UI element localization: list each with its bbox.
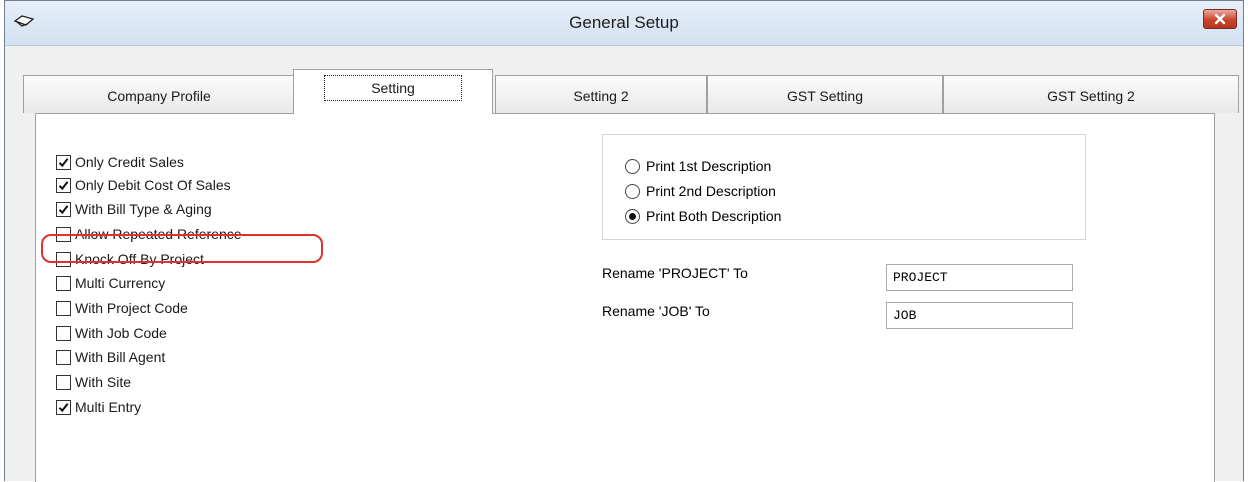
checkbox-box[interactable] bbox=[56, 399, 71, 415]
checkbox-box[interactable] bbox=[56, 275, 71, 291]
checkbox-option[interactable]: Multi Entry bbox=[56, 396, 141, 418]
radio-selected-dot bbox=[629, 212, 636, 220]
rename-job-input[interactable]: JOB bbox=[886, 302, 1073, 329]
checkbox-box[interactable] bbox=[56, 300, 71, 316]
radio-label: Print 2nd Description bbox=[646, 183, 776, 199]
checkbox-label: Only Debit Cost Of Sales bbox=[75, 177, 231, 193]
checkbox-label: With Bill Agent bbox=[75, 349, 166, 365]
general-setup-window: General Setup Company Profile Setting Se… bbox=[4, 0, 1244, 482]
close-icon bbox=[1214, 13, 1226, 25]
check-icon bbox=[58, 180, 69, 190]
rename-project-label: Rename 'PROJECT' To bbox=[602, 265, 748, 281]
checkbox-option[interactable]: Multi Currency bbox=[56, 272, 165, 294]
checkbox-box[interactable] bbox=[56, 177, 71, 193]
radio-label: Print 1st Description bbox=[646, 158, 772, 174]
rename-job-label: Rename 'JOB' To bbox=[602, 303, 710, 319]
radio-label: Print Both Description bbox=[646, 208, 782, 224]
checkbox-option[interactable]: With Bill Type & Aging bbox=[56, 198, 212, 220]
checkbox-box[interactable] bbox=[56, 154, 71, 170]
tab-label: GST Setting bbox=[786, 88, 863, 104]
tab-gst-setting[interactable]: GST Setting bbox=[707, 75, 943, 113]
checkbox-label: Multi Currency bbox=[75, 275, 166, 291]
tab-setting[interactable]: Setting bbox=[293, 69, 493, 114]
check-icon bbox=[58, 204, 69, 214]
checkbox-option[interactable]: Only Debit Cost Of Sales bbox=[56, 174, 231, 196]
rename-project-input[interactable]: PROJECT bbox=[886, 264, 1073, 291]
checkbox-label: With Site bbox=[75, 374, 132, 390]
close-button[interactable] bbox=[1203, 9, 1237, 29]
print-description-group: Print 1st Description Print 2nd Descripti… bbox=[602, 134, 1086, 240]
check-icon bbox=[58, 157, 69, 167]
radio-button[interactable] bbox=[625, 183, 640, 199]
checkbox-label: Only Credit Sales bbox=[75, 154, 184, 170]
checkbox-label: With Bill Type & Aging bbox=[75, 201, 212, 217]
check-icon bbox=[58, 402, 69, 412]
tab-setting-2[interactable]: Setting 2 bbox=[495, 75, 707, 113]
checkbox-label: Multi Entry bbox=[75, 399, 142, 415]
highlight-annotation bbox=[41, 234, 323, 263]
radio-button[interactable] bbox=[625, 158, 640, 174]
tab-label: GST Setting 2 bbox=[1047, 88, 1135, 104]
checkbox-box[interactable] bbox=[56, 325, 71, 341]
checkbox-option[interactable]: With Project Code bbox=[56, 297, 188, 319]
checkbox-label: With Project Code bbox=[75, 300, 188, 316]
checkbox-option[interactable]: With Bill Agent bbox=[56, 346, 165, 368]
radio-option[interactable]: Print 1st Description bbox=[625, 155, 771, 177]
tab-label: Setting bbox=[324, 75, 462, 101]
checkbox-option[interactable]: Only Credit Sales bbox=[56, 151, 184, 173]
checkbox-box[interactable] bbox=[56, 201, 71, 217]
tab-company-profile[interactable]: Company Profile bbox=[23, 75, 295, 113]
title-bar[interactable]: General Setup bbox=[5, 1, 1243, 46]
setting-tab-panel: Only Credit Sales Only Debit Cost Of Sale… bbox=[35, 113, 1215, 482]
tab-label: Company Profile bbox=[107, 88, 211, 104]
window-title: General Setup bbox=[569, 13, 679, 32]
checkbox-box[interactable] bbox=[56, 374, 71, 390]
radio-option[interactable]: Print 2nd Description bbox=[625, 180, 776, 202]
checkbox-option[interactable]: With Job Code bbox=[56, 322, 167, 344]
checkbox-box[interactable] bbox=[56, 349, 71, 365]
radio-option[interactable]: Print Both Description bbox=[625, 205, 781, 227]
checkbox-label: With Job Code bbox=[75, 325, 167, 341]
tab-label: Setting 2 bbox=[573, 88, 629, 104]
tab-gst-setting-2[interactable]: GST Setting 2 bbox=[943, 75, 1239, 113]
checkbox-option[interactable]: With Site bbox=[56, 371, 131, 393]
radio-button[interactable] bbox=[625, 208, 640, 224]
